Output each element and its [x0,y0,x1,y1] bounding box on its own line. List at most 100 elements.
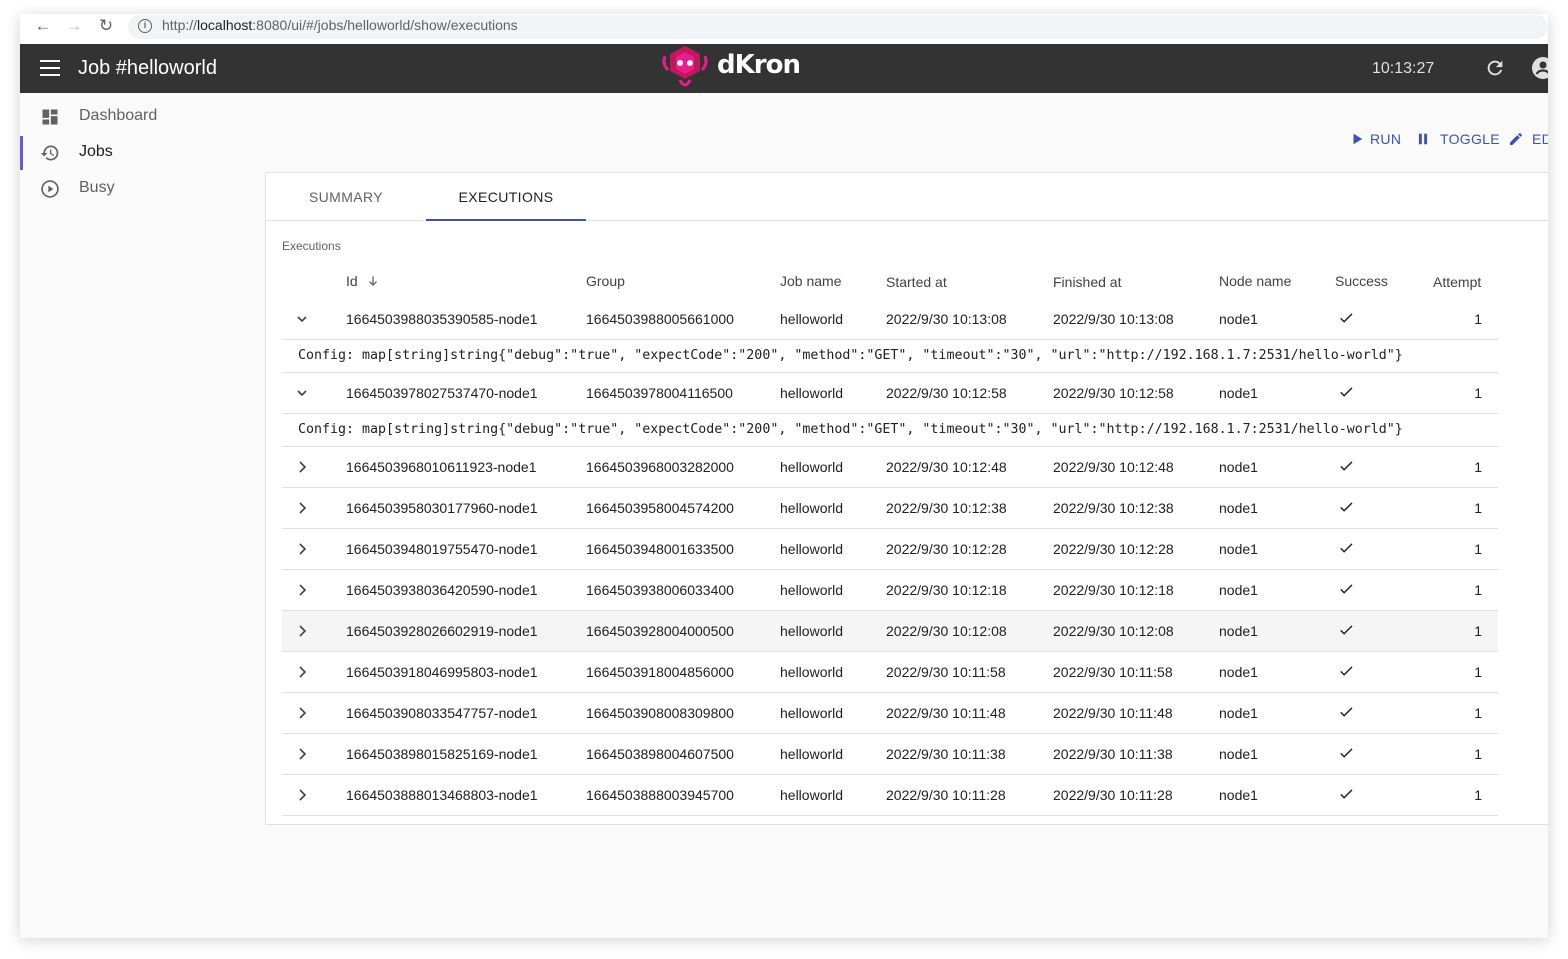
cell-id: 1664503958030177960-node1 [346,500,538,516]
chevron-right-icon[interactable] [294,787,310,803]
cell-job-name: helloworld [780,623,844,639]
cell-started-at: 2022/9/30 10:11:48 [886,705,1006,721]
refresh-icon[interactable] [1484,57,1506,79]
cell-finished-at: 2022/9/30 10:12:58 [1053,385,1174,401]
chevron-right-icon[interactable] [294,623,310,639]
cell-attempt: 1 [1474,311,1482,327]
table-row[interactable]: 1664503968010611923-node1 166450396800328… [282,447,1498,488]
chevron-right-icon[interactable] [294,459,310,475]
toggle-label: TOGGLE [1440,131,1500,147]
cell-id: 1664503908033547757-node1 [346,705,538,721]
cell-group: 1664503948001633500 [586,541,734,557]
sidebar-item-label: Jobs [79,143,113,160]
reload-icon[interactable]: ↻ [95,17,117,35]
url-host: localhost [197,17,253,33]
sidebar-item-jobs[interactable]: Jobs [20,136,250,170]
back-icon[interactable]: ← [32,17,54,35]
cell-started-at: 2022/9/30 10:12:58 [886,385,1007,401]
cell-group: 1664503938006033400 [586,582,734,598]
run-button[interactable]: RUN [1348,129,1406,151]
cell-attempt: 1 [1474,787,1482,803]
tab-executions[interactable]: EXECUTIONS [426,173,586,221]
table-row[interactable]: 1664503938036420590-node1 166450393800603… [282,570,1498,611]
play-icon [1353,133,1363,145]
toggle-button[interactable]: TOGGLE [1414,129,1500,151]
cell-started-at: 2022/9/30 10:11:58 [886,664,1006,680]
forward-icon[interactable]: → [63,17,85,35]
page-title: Job #helloworld [78,57,217,79]
cell-node-name: node1 [1219,582,1258,598]
table-row[interactable]: 1664503898015825169-node1 166450389800460… [282,734,1498,775]
cell-id: 1664503918046995803-node1 [346,664,538,680]
cell-job-name: helloworld [780,746,844,762]
cell-group: 1664503888003945700 [586,787,734,803]
tab-summary[interactable]: SUMMARY [266,173,426,221]
url-text[interactable]: http://localhost:8080/ui/#/jobs/hellowor… [162,17,518,33]
menu-icon[interactable] [40,60,60,76]
executions-label: Executions [282,239,341,253]
cell-job-name: helloworld [780,582,844,598]
check-icon [1340,707,1353,717]
chevron-right-icon[interactable] [294,746,310,762]
clock: 10:13:27 [1372,60,1435,77]
app-bar: Job #helloworld dKron 10:13:27 [20,44,1548,93]
run-label: RUN [1370,131,1402,147]
table-row[interactable]: 1664503948019755470-node1 166450394800163… [282,529,1498,570]
cell-attempt: 1 [1474,705,1482,721]
check-icon [1340,789,1353,799]
chevron-right-icon[interactable] [294,582,310,598]
cell-id: 1664503898015825169-node1 [346,746,538,762]
job-card: SUMMARY EXECUTIONS Executions Id Group J… [265,172,1548,825]
cell-attempt: 1 [1474,582,1482,598]
sidebar-item-busy[interactable]: Busy [20,172,250,206]
cell-node-name: node1 [1219,746,1258,762]
cell-finished-at: 2022/9/30 10:11:28 [1053,787,1173,803]
cell-job-name: helloworld [780,311,844,327]
check-icon [1340,666,1353,676]
cell-started-at: 2022/9/30 10:12:48 [886,459,1007,475]
execution-config: Config: map[string]string{"debug":"true"… [282,414,1498,447]
cell-finished-at: 2022/9/30 10:12:18 [1053,582,1174,598]
tab-bar: SUMMARY EXECUTIONS [266,173,1548,221]
logo-text: dKron [717,50,801,80]
dkron-logo-icon [662,46,708,87]
chevron-right-icon[interactable] [294,500,310,516]
cell-started-at: 2022/9/30 10:12:08 [886,623,1007,639]
sidebar-item-dashboard[interactable]: Dashboard [20,100,250,134]
cell-attempt: 1 [1474,746,1482,762]
table-row[interactable]: 1664503928026602919-node1 166450392800400… [282,611,1498,652]
chevron-right-icon[interactable] [294,541,310,557]
chevron-right-icon[interactable] [294,664,310,680]
table-row[interactable]: 1664503978027537470-node1 166450397800411… [282,373,1498,414]
column-header-label: Id [346,273,358,289]
chevron-right-icon[interactable] [294,705,310,721]
cell-group: 1664503928004000500 [586,623,734,639]
account-icon[interactable] [1531,56,1548,80]
chevron-down-icon[interactable] [294,311,310,327]
table-row[interactable]: 1664503888013468803-node1 166450388800394… [282,775,1498,816]
cell-id: 1664503928026602919-node1 [346,623,538,639]
table-row[interactable]: 1664503958030177960-node1 166450395800457… [282,488,1498,529]
cell-finished-at: 2022/9/30 10:12:38 [1053,500,1174,516]
sidebar-item-label: Dashboard [79,107,158,124]
table-row[interactable]: 1664503918046995803-node1 166450391800485… [282,652,1498,693]
table-row[interactable]: 1664503988035390585-node1 166450398800566… [282,299,1498,340]
check-icon [1340,313,1353,323]
cell-group: 1664503988005661000 [586,311,734,327]
cell-group: 1664503978004116500 [586,385,733,401]
cell-job-name: helloworld [780,541,844,557]
edit-button[interactable]: ED [1508,129,1548,151]
cell-node-name: node1 [1219,459,1258,475]
chevron-down-icon[interactable] [294,385,310,401]
cell-id: 1664503968010611923-node1 [346,459,537,475]
history-icon [40,145,59,161]
cell-attempt: 1 [1474,459,1482,475]
cell-group: 1664503968003282000 [586,459,734,475]
url-prefix: http:// [162,17,198,33]
site-info-icon[interactable]: i [138,19,152,33]
table-row[interactable]: 1664503908033547757-node1 166450390800830… [282,693,1498,734]
sort-arrow-down-icon [368,276,377,286]
cell-finished-at: 2022/9/30 10:12:48 [1053,459,1174,475]
cell-started-at: 2022/9/30 10:12:28 [886,541,1007,557]
check-icon [1340,387,1353,397]
